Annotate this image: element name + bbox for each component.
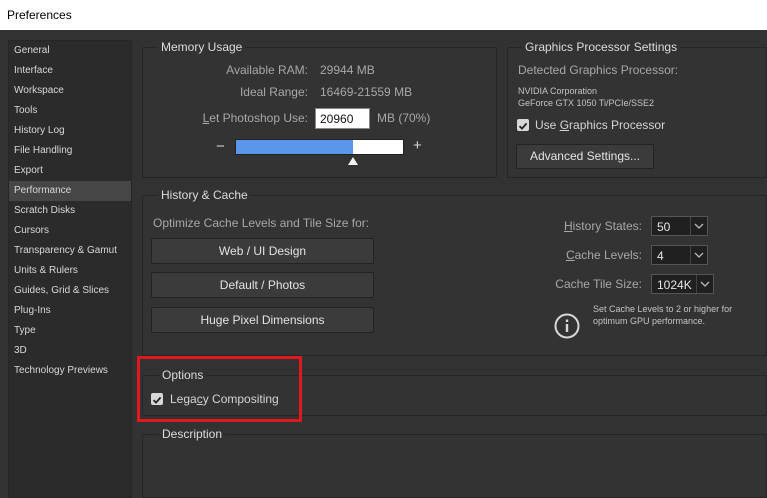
let-photoshop-use-label-rest: et Photoshop Use:	[209, 111, 308, 125]
sidebar-item-3d[interactable]: 3D	[9, 341, 131, 361]
huge-pixel-dimensions-button[interactable]: Huge Pixel Dimensions	[151, 307, 374, 333]
history-cache-title: History & Cache	[158, 188, 251, 202]
info-icon	[554, 313, 580, 344]
checkmark-icon	[518, 122, 528, 130]
memory-increase-button[interactable]: +	[413, 137, 422, 154]
web-ui-design-button[interactable]: Web / UI Design	[151, 238, 374, 264]
cache-levels-value: 4	[657, 249, 664, 263]
cache-tile-size-value: 1024K	[657, 278, 692, 292]
cache-info-line1: Set Cache Levels to 2 or higher for	[593, 304, 733, 314]
ideal-range-value: 16469-21559 MB	[320, 85, 413, 99]
history-states-value: 50	[657, 220, 671, 234]
memory-amount-input[interactable]	[315, 108, 370, 129]
cache-info-line2: optimum GPU performance.	[593, 316, 706, 326]
graphics-processor-title: Graphics Processor Settings	[522, 40, 681, 54]
available-ram-label: Available RAM:	[226, 63, 308, 77]
cache-levels-label: Cache Levels:	[565, 248, 642, 262]
sidebar-item-interface[interactable]: Interface	[9, 61, 131, 81]
sidebar-item-file-handling[interactable]: File Handling	[9, 141, 131, 161]
description-title: Description	[159, 427, 226, 441]
gpu-model: GeForce GTX 1050 Ti/PCIe/SSE2	[518, 98, 655, 108]
sidebar-item-performance[interactable]: Performance	[9, 181, 131, 201]
history-states-label: History States:	[563, 219, 642, 233]
detected-gpu-label: Detected Graphics Processor:	[518, 63, 679, 77]
description-group	[142, 434, 767, 498]
default-photos-button[interactable]: Default / Photos	[151, 272, 374, 298]
chevron-down-icon	[690, 217, 707, 235]
highlight-annotation-box	[137, 356, 302, 422]
advanced-settings-button[interactable]: Advanced Settings...	[516, 144, 654, 169]
window-titlebar: Preferences	[0, 0, 767, 30]
sidebar-item-workspace[interactable]: Workspace	[9, 81, 131, 101]
chevron-down-icon	[690, 246, 707, 264]
let-photoshop-use-label: Let Photoshop Use:	[202, 111, 308, 125]
sidebar-item-scratch-disks[interactable]: Scratch Disks	[9, 201, 131, 221]
gpu-vendor: NVIDIA Corporation	[518, 86, 598, 96]
preferences-sidebar: General Interface Workspace Tools Histor…	[8, 40, 132, 498]
memory-slider-thumb[interactable]	[347, 157, 358, 165]
window-title: Preferences	[7, 8, 72, 22]
sidebar-item-history-log[interactable]: History Log	[9, 121, 131, 141]
optimize-cache-label: Optimize Cache Levels and Tile Size for:	[153, 216, 370, 230]
sidebar-item-tools[interactable]: Tools	[9, 101, 131, 121]
use-gpu-checkbox[interactable]	[517, 119, 529, 131]
memory-percent-label: MB (70%)	[377, 111, 431, 125]
sidebar-item-guides-grid-slices[interactable]: Guides, Grid & Slices	[9, 281, 131, 301]
chevron-down-icon	[696, 275, 713, 293]
sidebar-item-general[interactable]: General	[9, 41, 131, 61]
use-gpu-label[interactable]: Use Graphics Processor	[535, 118, 665, 132]
sidebar-item-export[interactable]: Export	[9, 161, 131, 181]
history-states-select[interactable]: 50	[651, 216, 708, 236]
sidebar-item-technology-previews[interactable]: Technology Previews	[9, 361, 131, 381]
available-ram-value: 29944 MB	[320, 63, 375, 77]
sidebar-item-type[interactable]: Type	[9, 321, 131, 341]
memory-slider-track[interactable]	[235, 139, 404, 155]
sidebar-item-plug-ins[interactable]: Plug-Ins	[9, 301, 131, 321]
sidebar-item-units-rulers[interactable]: Units & Rulers	[9, 261, 131, 281]
cache-levels-select[interactable]: 4	[651, 245, 708, 265]
sidebar-item-transparency-gamut[interactable]: Transparency & Gamut	[9, 241, 131, 261]
ideal-range-label: Ideal Range:	[239, 85, 308, 99]
memory-decrease-button[interactable]: −	[216, 138, 225, 155]
memory-slider-fill	[236, 140, 353, 154]
sidebar-item-cursors[interactable]: Cursors	[9, 221, 131, 241]
cache-tile-size-label: Cache Tile Size:	[555, 277, 642, 291]
memory-usage-title: Memory Usage	[158, 40, 246, 54]
cache-tile-size-select[interactable]: 1024K	[651, 274, 714, 294]
